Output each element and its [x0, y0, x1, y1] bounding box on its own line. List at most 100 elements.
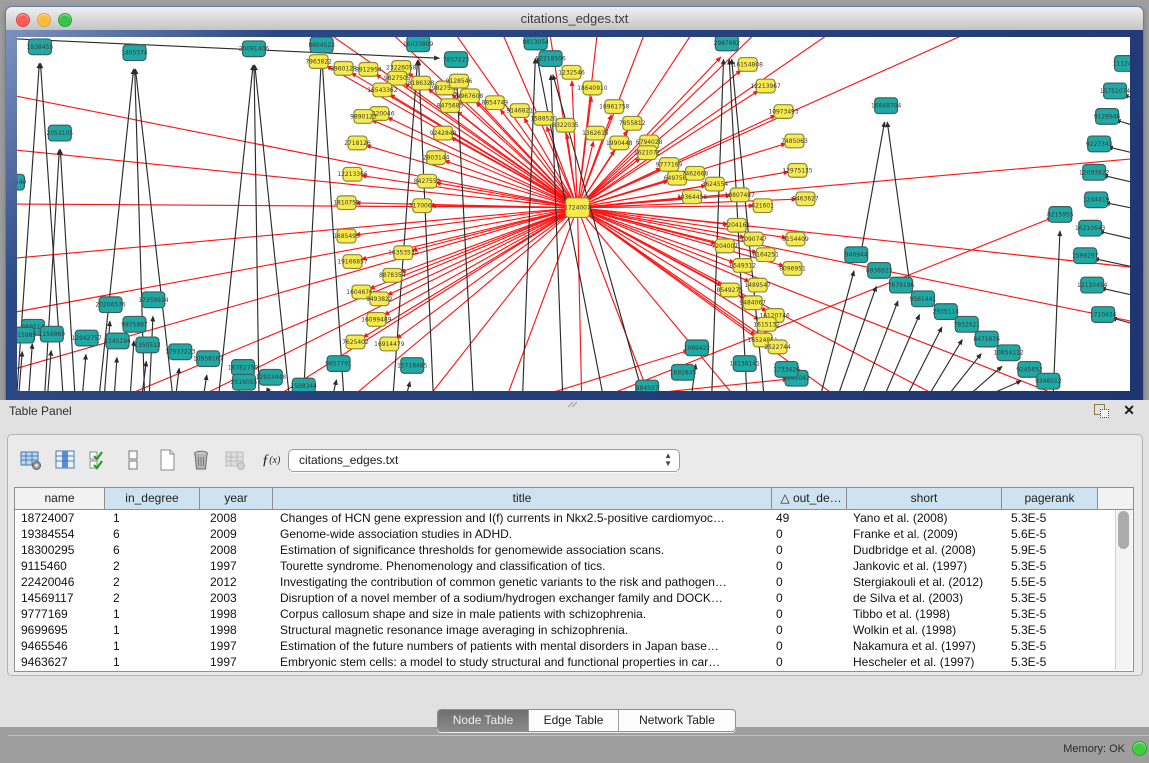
graph-node[interactable]: 8813054: [522, 37, 549, 50]
table-row[interactable]: 946554611997Estimation of the future num…: [15, 638, 1133, 654]
graph-node[interactable]: 8186328: [408, 76, 435, 90]
graph-node[interactable]: 7625402: [342, 335, 369, 349]
table-row[interactable]: 2242004622012Investigating the contribut…: [15, 574, 1133, 590]
graph-node[interactable]: 2967608: [457, 89, 484, 103]
graph-node[interactable]: 14136141: [730, 356, 761, 372]
graph-node[interactable]: 1615132: [753, 317, 780, 331]
graph-node[interactable]: 1632540: [17, 174, 27, 190]
graph-node[interactable]: 8878354: [379, 268, 406, 282]
panel-resize-handle-icon[interactable]: [567, 401, 579, 408]
graph-node[interactable]: 12975135: [782, 163, 813, 177]
graph-node[interactable]: 1733426: [773, 362, 800, 378]
graph-node[interactable]: 10807487: [725, 188, 756, 202]
column-header-short[interactable]: short: [847, 488, 1002, 509]
graph-node[interactable]: 8471676: [973, 331, 1000, 347]
graph-node[interactable]: 9857791: [325, 356, 352, 372]
graph-node[interactable]: 8912954: [355, 62, 382, 76]
graph-node[interactable]: 3170061: [409, 199, 436, 213]
table-row[interactable]: 977716911998Corpus callosum shape and si…: [15, 606, 1133, 622]
graph-node[interactable]: 1350513: [134, 337, 161, 353]
graph-node[interactable]: 16648784: [871, 98, 902, 114]
graph-node[interactable]: 8427552: [414, 174, 441, 188]
graph-node[interactable]: 8854749: [482, 96, 509, 110]
graph-node[interactable]: 2053105: [47, 125, 74, 141]
graph-node[interactable]: 9242848: [430, 126, 457, 140]
graph-node[interactable]: 1405574: [121, 45, 148, 61]
graph-node[interactable]: 2522744: [764, 340, 791, 354]
graph-node[interactable]: 1232546: [558, 65, 585, 79]
graph-node[interactable]: 10654112: [993, 345, 1024, 361]
graph-node[interactable]: 9975887: [121, 316, 148, 332]
window-titlebar[interactable]: citations_edges.txt: [6, 7, 1143, 31]
graph-node[interactable]: 16099489: [361, 313, 392, 327]
graph-node[interactable]: 12213366: [337, 167, 368, 181]
graph-node[interactable]: 20206576: [95, 297, 126, 313]
graph-node[interactable]: 8604523: [308, 37, 335, 53]
close-icon[interactable]: ✕: [1123, 402, 1135, 418]
network-graph[interactable]: 7963822896012889129542322605898275051654…: [17, 37, 1130, 391]
graph-node[interactable]: 16914479: [374, 337, 405, 351]
graph-node[interactable]: 12942757: [72, 330, 103, 346]
column-header-title[interactable]: title: [273, 488, 772, 509]
network-canvas[interactable]: 7963822896012889129542322605898275051654…: [17, 37, 1130, 391]
graph-node[interactable]: 1710434: [1090, 307, 1117, 323]
graph-node[interactable]: 16782759: [228, 360, 259, 376]
graph-node[interactable]: 3624554: [702, 177, 729, 191]
graph-node[interactable]: 1685495: [333, 229, 360, 243]
graph-node[interactable]: 8215955: [1047, 207, 1074, 223]
graph-node[interactable]: 9493822: [366, 292, 393, 306]
graph-node[interactable]: 1489547: [744, 278, 771, 292]
graph-node[interactable]: 8096951: [779, 262, 806, 276]
graph-node[interactable]: 8549275: [717, 283, 744, 297]
tab-edge-table[interactable]: Edge Table: [529, 710, 619, 731]
tab-node-table[interactable]: Node Table: [438, 710, 529, 731]
graph-node[interactable]: 2718126: [344, 136, 371, 150]
graph-node[interactable]: 1692845: [670, 365, 697, 381]
table-row[interactable]: 1872400712008Changes of HCN gene express…: [15, 510, 1133, 526]
graph-node[interactable]: 1621072: [634, 146, 661, 160]
graph-node[interactable]: 940944: [845, 247, 868, 263]
graph-node[interactable]: 8322035: [552, 118, 579, 132]
graph-node[interactable]: 7932621: [953, 316, 980, 332]
graph-node[interactable]: 1145194: [104, 333, 131, 349]
graph-node[interactable]: 984507: [636, 380, 659, 391]
new-document-icon[interactable]: [152, 446, 182, 474]
graph-node[interactable]: 7679196: [888, 277, 915, 293]
graph-node[interactable]: 9346012: [1035, 373, 1062, 389]
graph-node[interactable]: 2987682: [714, 37, 741, 51]
graph-node[interactable]: 16961758: [599, 100, 630, 114]
table-row[interactable]: 1830029562008Estimation of significance …: [15, 542, 1133, 558]
graph-node[interactable]: 17957223: [165, 344, 196, 360]
graph-node[interactable]: 2935114: [933, 304, 960, 320]
memory-indicator-icon[interactable]: [1132, 741, 1147, 756]
show-columns-icon[interactable]: [50, 446, 80, 474]
graph-node[interactable]: 7955812: [619, 116, 646, 130]
graph-node[interactable]: 12110454: [1077, 277, 1108, 293]
graph-node[interactable]: 12923448: [256, 369, 287, 385]
graph-node[interactable]: 9227343: [1086, 136, 1113, 152]
graph-node[interactable]: 7857223: [443, 52, 470, 68]
table-selector[interactable]: citations_edges.txt ▲▼: [288, 449, 680, 472]
graph-node[interactable]: 7462668: [682, 166, 709, 180]
column-header-name[interactable]: name: [15, 488, 105, 509]
column-header-pagerank[interactable]: pagerank: [1002, 488, 1098, 509]
graph-node[interactable]: 1938455: [27, 39, 54, 55]
graph-node[interactable]: 8475685: [437, 99, 464, 113]
graph-node[interactable]: 8549312: [729, 259, 756, 273]
graph-node[interactable]: 7204007: [712, 239, 739, 253]
graph-node[interactable]: 9146821: [506, 104, 533, 118]
graph-node[interactable]: 621601: [751, 199, 774, 213]
column-header-in-degree[interactable]: in_degree: [105, 488, 200, 509]
graph-node[interactable]: 9154409: [782, 232, 809, 246]
graph-node[interactable]: 9561441: [910, 291, 937, 307]
graph-node[interactable]: 2803144: [423, 151, 450, 165]
row-selection-icon[interactable]: [84, 446, 114, 474]
graph-node[interactable]: 1069422: [684, 340, 711, 356]
scrollbar-thumb[interactable]: [1118, 511, 1129, 549]
graph-node[interactable]: 18640910: [577, 81, 608, 95]
graph-node[interactable]: 16210643: [1075, 220, 1106, 236]
graph-node[interactable]: 16033809: [403, 37, 434, 52]
hub-graph-node[interactable]: 1724007: [564, 198, 591, 218]
import-table-icon[interactable]: [220, 446, 250, 474]
graph-node[interactable]: 9463627: [792, 192, 819, 206]
